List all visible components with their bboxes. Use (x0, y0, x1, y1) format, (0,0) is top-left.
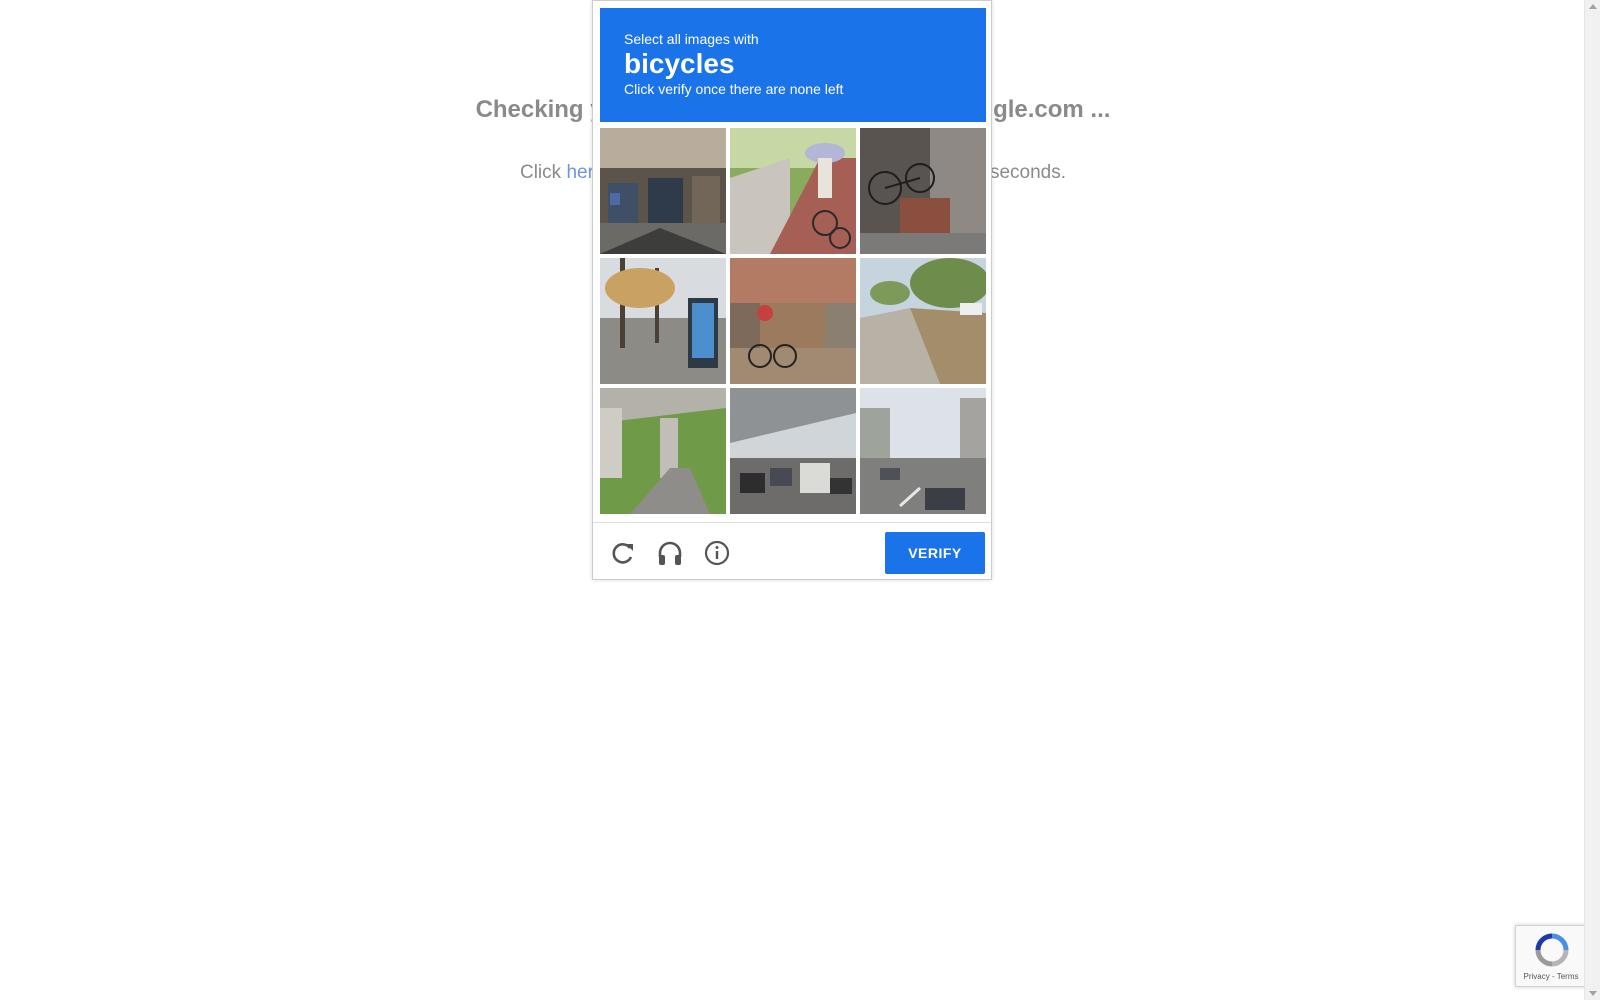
image-tile-5[interactable] (730, 258, 856, 384)
image-tile-1[interactable] (600, 128, 726, 254)
recaptcha-badge[interactable]: Privacy - Terms (1515, 925, 1587, 987)
scroll-up-icon[interactable] (1589, 4, 1597, 9)
image-tile-9[interactable] (860, 388, 986, 514)
image-tile-6[interactable] (860, 258, 986, 384)
tile-image (860, 258, 986, 384)
image-tile-7[interactable] (600, 388, 726, 514)
page: Checking your browser before accessing k… (0, 0, 1600, 1000)
tile-image (730, 258, 856, 384)
captcha-challenge: Select all images with bicycles Click ve… (592, 0, 992, 580)
instruction-line: Select all images with (624, 31, 759, 47)
tile-image (860, 388, 986, 514)
tile-image (600, 388, 726, 514)
recaptcha-logo-icon (1535, 933, 1569, 967)
image-tile-2[interactable] (730, 128, 856, 254)
headphones-icon (658, 541, 682, 565)
verify-button[interactable]: VERIFY (885, 532, 985, 574)
image-grid (600, 128, 986, 514)
captcha-instructions: Select all images with bicycles Click ve… (600, 8, 986, 122)
tile-image (730, 128, 856, 254)
footer-divider (593, 522, 991, 523)
info-icon (704, 540, 730, 566)
instruction-hint: Click verify once there are none left (624, 81, 844, 97)
tile-image (600, 128, 726, 254)
scroll-down-icon[interactable] (1589, 991, 1597, 996)
reload-icon (612, 543, 633, 564)
tile-image (860, 128, 986, 254)
tile-image (730, 388, 856, 514)
image-tile-8[interactable] (730, 388, 856, 514)
redirect-text-before: Click (519, 162, 567, 183)
info-button[interactable] (700, 536, 734, 570)
audio-challenge-button[interactable] (653, 536, 687, 570)
image-tile-4[interactable] (600, 258, 726, 384)
vertical-scrollbar[interactable] (1584, 0, 1600, 1000)
reload-button[interactable] (606, 536, 640, 570)
tile-image (600, 258, 726, 384)
privacy-terms-links[interactable]: Privacy - Terms (1516, 972, 1586, 981)
target-object: bicycles (624, 48, 735, 79)
image-tile-3[interactable] (860, 128, 986, 254)
